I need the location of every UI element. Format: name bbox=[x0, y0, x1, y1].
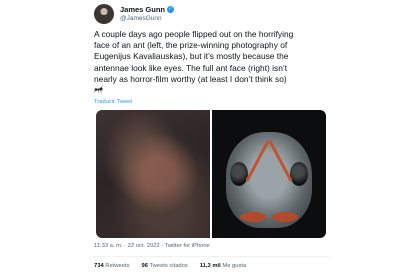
tweet-text: A couple days ago people flipped out on … bbox=[94, 29, 294, 84]
translate-tweet-link[interactable]: Traducir Tweet bbox=[94, 99, 132, 105]
user-handle[interactable]: @JamesGunn bbox=[120, 14, 174, 23]
retweets-stat[interactable]: 734 Retweets bbox=[94, 263, 129, 269]
ant-emoji-icon bbox=[94, 85, 103, 93]
ant-eye-left bbox=[230, 162, 248, 186]
tweet-stats: 734 Retweets 96 Tweets citados 11,3 mil … bbox=[94, 256, 330, 275]
display-name[interactable]: James Gunn bbox=[120, 5, 165, 14]
quote-tweets-count: 96 bbox=[141, 263, 148, 269]
ant-antenna-right bbox=[268, 139, 293, 183]
ant-antenna-left bbox=[245, 139, 270, 183]
quote-tweets-label: Tweets citados bbox=[149, 263, 188, 269]
retweets-count: 734 bbox=[94, 263, 104, 269]
tweet-media bbox=[96, 110, 326, 238]
retweets-label: Retweets bbox=[105, 263, 130, 269]
likes-count: 11,3 mil bbox=[199, 263, 221, 269]
tweet-text-block: A couple days ago people flipped out on … bbox=[94, 29, 334, 93]
verified-badge-icon: ✓ bbox=[167, 6, 175, 13]
ant-photo-right[interactable] bbox=[212, 110, 326, 238]
author-names: James Gunn ✓ @JamesGunn bbox=[120, 5, 175, 23]
ant-photo-left[interactable] bbox=[96, 110, 210, 238]
tweet-card: James Gunn ✓ @JamesGunn A couple days ag… bbox=[82, 0, 340, 280]
ant-mandible-left bbox=[240, 212, 266, 222]
display-name-row: James Gunn ✓ bbox=[120, 5, 175, 14]
ant-head-illustration bbox=[226, 132, 312, 228]
likes-stat[interactable]: 11,3 mil Me gusta bbox=[200, 263, 246, 269]
ant-mandible-right bbox=[272, 212, 298, 222]
likes-label: Me gusta bbox=[222, 263, 247, 269]
avatar[interactable] bbox=[94, 4, 114, 24]
tweet-header: James Gunn ✓ @JamesGunn bbox=[94, 3, 175, 25]
ant-eye-right bbox=[290, 162, 308, 186]
tweet-timestamp[interactable]: 11:33 a. m. · 22 oct. 2022 · Twitter for… bbox=[94, 243, 210, 249]
quote-tweets-stat[interactable]: 96 Tweets citados bbox=[141, 263, 187, 269]
